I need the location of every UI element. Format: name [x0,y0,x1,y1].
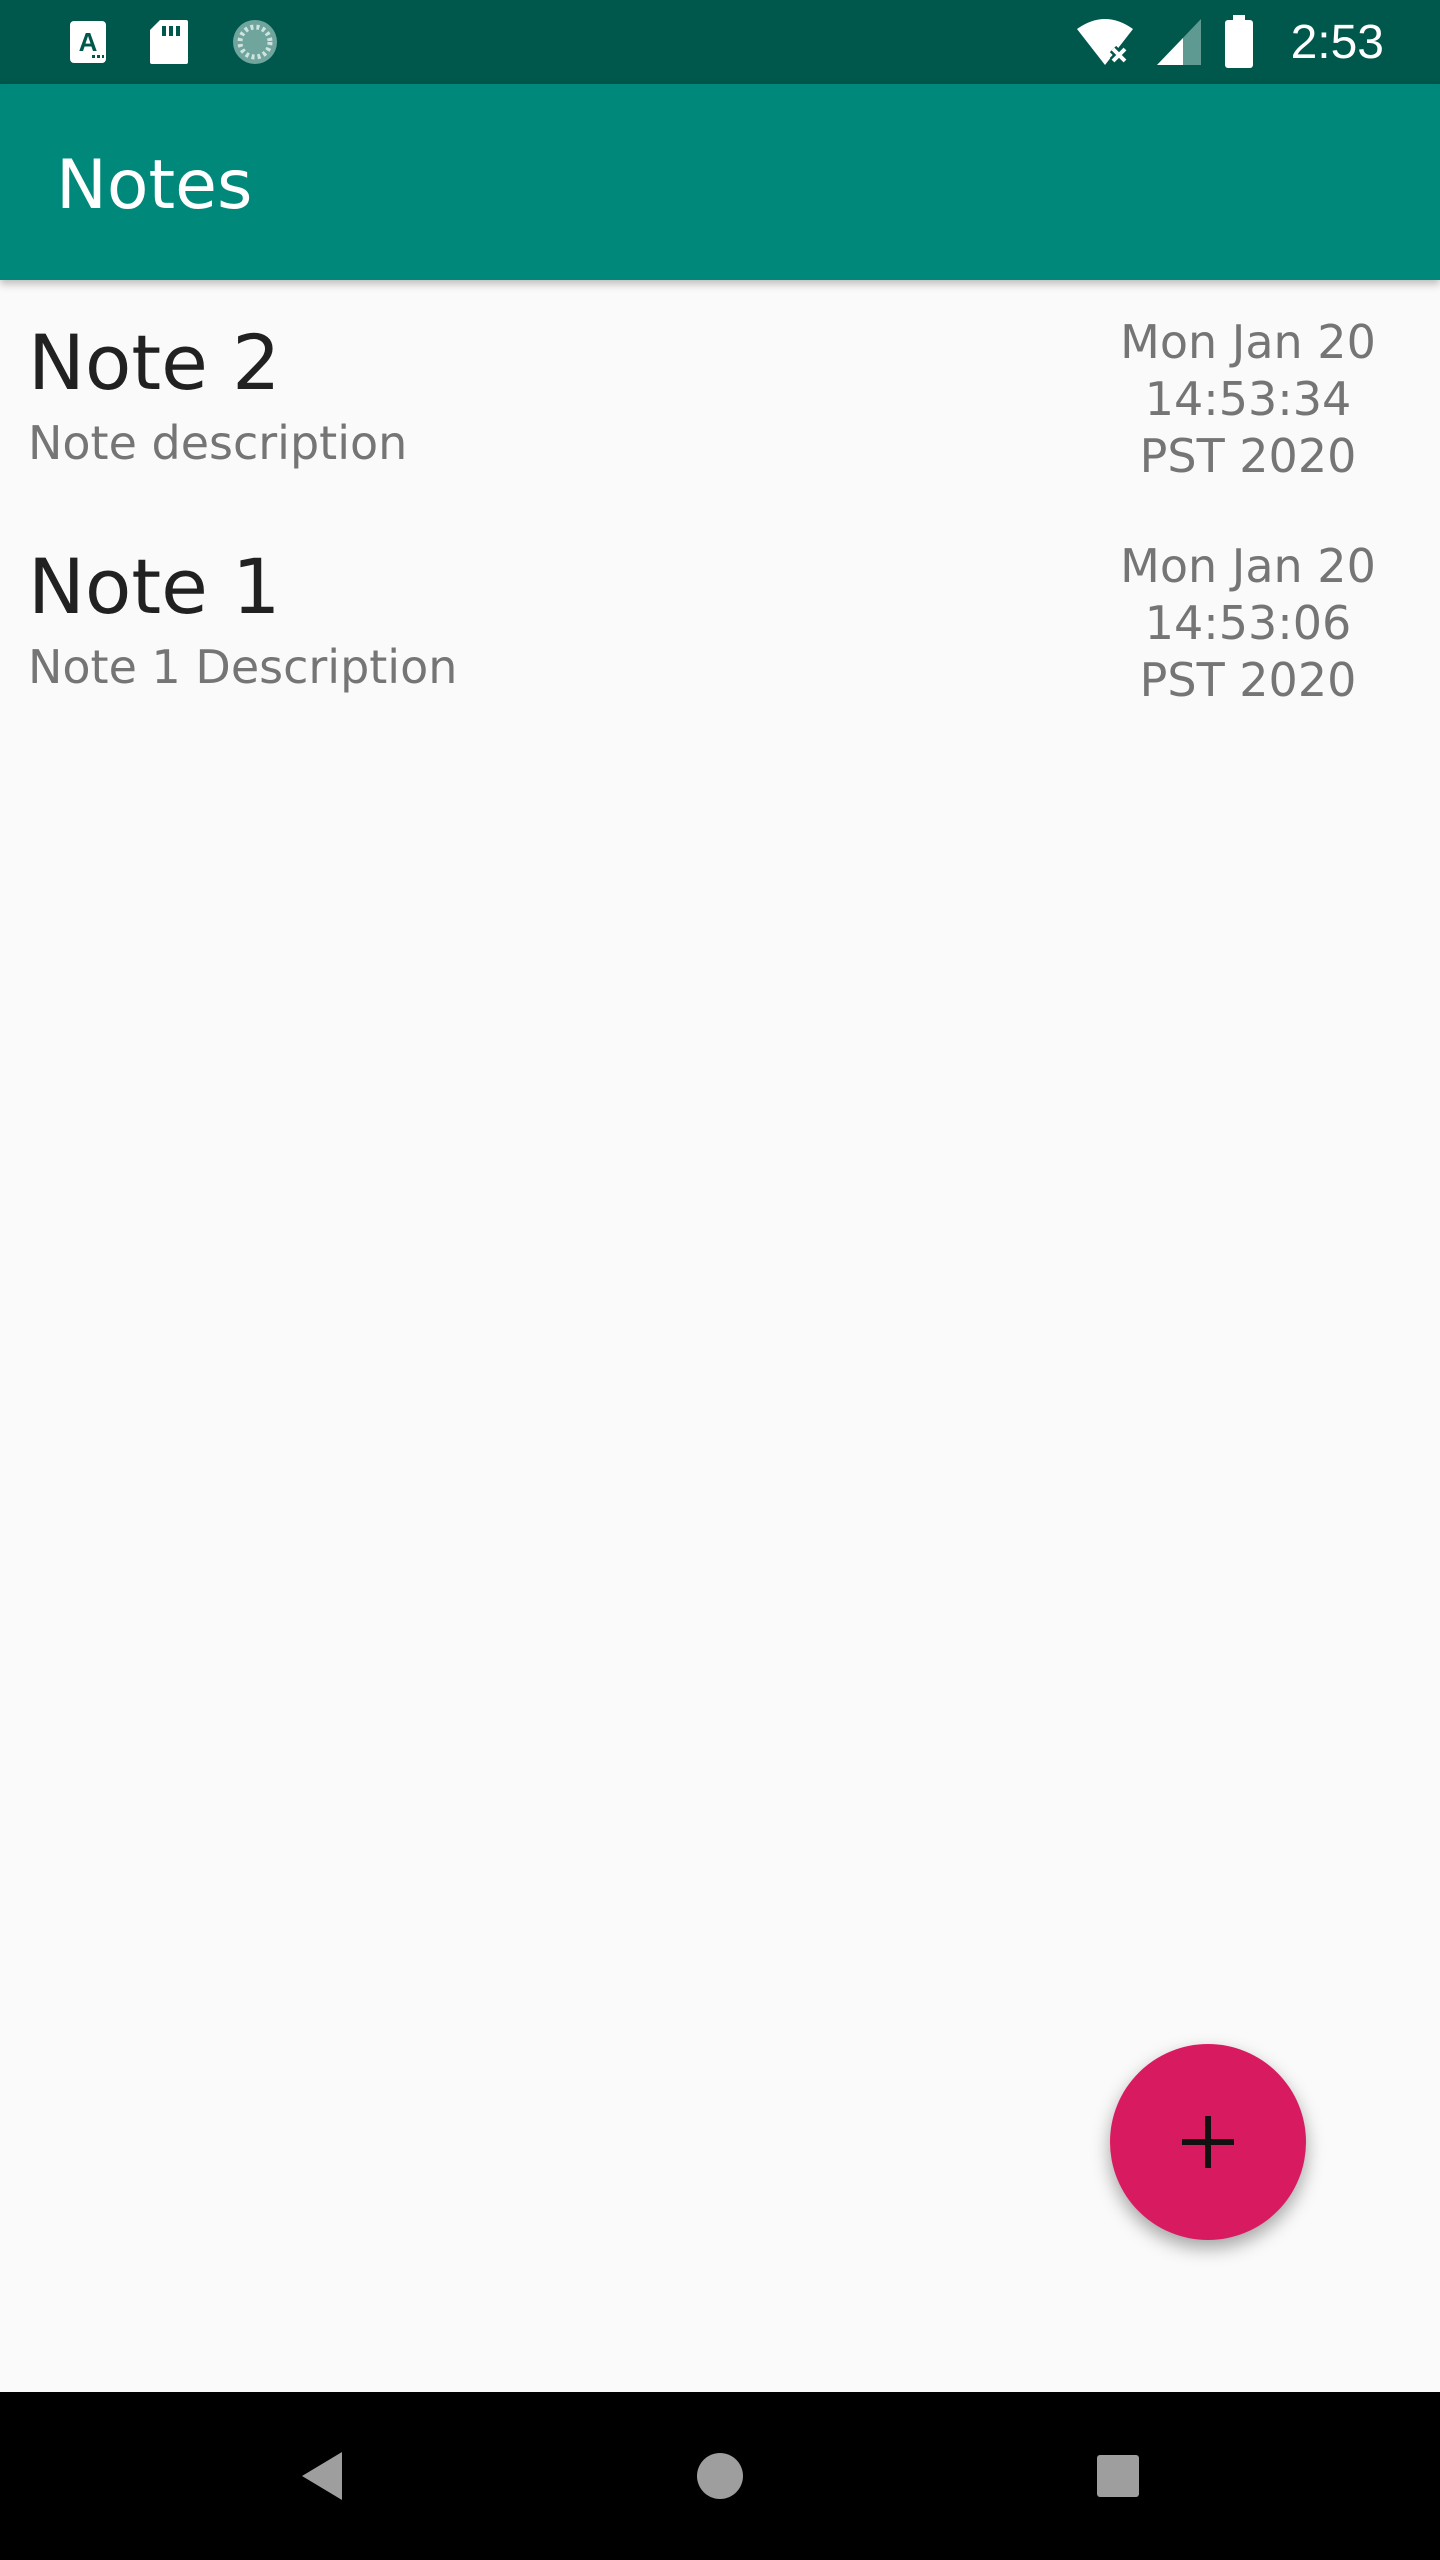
list-item[interactable]: Note 1 Note 1 Description Mon Jan 20 14:… [0,504,1440,728]
status-time: 2:53 [1290,15,1384,69]
status-left-icons: A [68,16,280,68]
signal-icon [1155,17,1203,67]
note-description: Note 1 Description [28,640,458,694]
svg-text:A: A [79,27,98,57]
page-title: Notes [56,146,253,225]
note-date-year: PST 2020 [1139,653,1357,707]
status-right-icons: 2:53 [1075,12,1384,72]
wifi-off-icon [1075,17,1135,67]
recents-button[interactable] [1078,2436,1158,2516]
note-date: Mon Jan 20 14:53:06 PST 2020 [1098,538,1398,709]
app-bar: Notes [0,84,1440,280]
text-a-icon: A [68,19,108,65]
recents-icon [1095,2453,1141,2499]
back-button[interactable] [282,2436,362,2516]
plus-icon [1180,2114,1236,2170]
back-icon [298,2450,346,2502]
note-date: Mon Jan 20 14:53:34 PST 2020 [1098,314,1398,485]
sd-card-icon [148,18,190,66]
note-title: Note 1 [28,542,281,631]
note-description: Note description [28,416,408,470]
status-bar: A 2:53 [0,0,1440,84]
notes-list: Note 2 Note description Mon Jan 20 14:53… [0,280,1440,728]
note-date-year: PST 2020 [1139,429,1357,483]
note-date-time: 14:53:34 [1144,372,1352,426]
note-date-day: Mon Jan 20 [1120,539,1376,593]
battery-icon [1223,15,1255,69]
navigation-bar [0,2392,1440,2560]
note-date-time: 14:53:06 [1144,596,1352,650]
note-date-day: Mon Jan 20 [1120,315,1376,369]
add-note-button[interactable] [1110,2044,1306,2240]
home-button[interactable] [680,2436,760,2516]
note-title: Note 2 [28,318,281,407]
home-icon [695,2451,745,2501]
sync-icon [230,17,280,67]
list-item[interactable]: Note 2 Note description Mon Jan 20 14:53… [0,280,1440,504]
